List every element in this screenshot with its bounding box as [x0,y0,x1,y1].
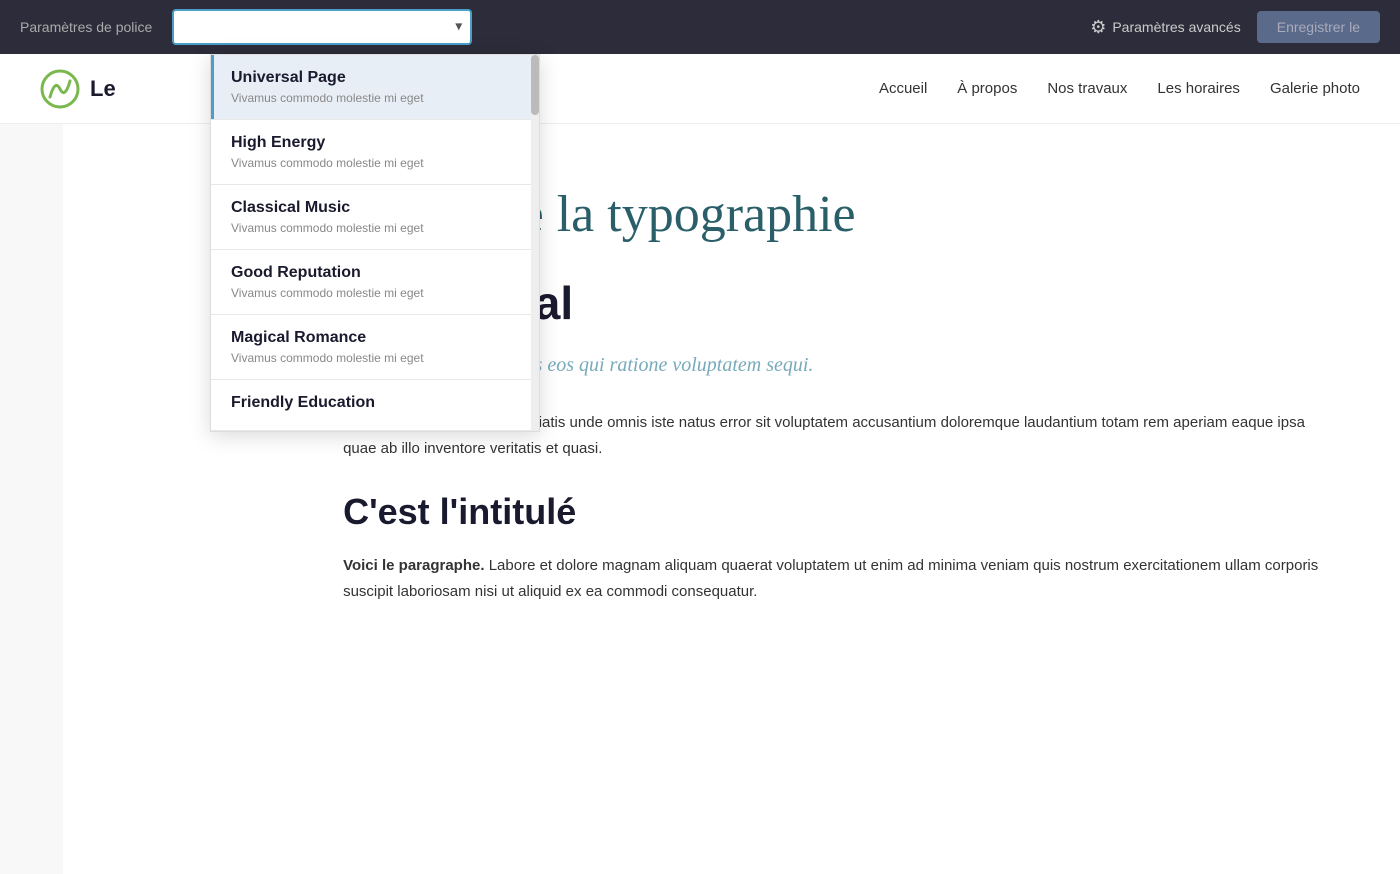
dropdown-item-title-3: Good Reputation [231,264,519,282]
dropdown-item-subtitle-1: Vivamus commodo molestie mi eget [231,156,519,170]
sidebar-placeholder [0,124,63,874]
dropdown-item-title-4: Magical Romance [231,329,519,347]
dropdown-item-5[interactable]: Friendly Education [211,380,539,431]
gear-icon: ⚙ [1090,17,1106,38]
dropdown-item-0[interactable]: Universal Page Vivamus commodo molestie m… [211,55,539,120]
nav-travaux[interactable]: Nos travaux [1047,80,1127,97]
dropdown-scrollbar-thumb[interactable] [531,55,539,115]
nav-accueil[interactable]: Accueil [879,80,927,97]
site-logo: Le [40,69,116,109]
paragraph-2-bold: Voici le paragraphe. [343,557,484,574]
dropdown-item-subtitle-4: Vivamus commodo molestie mi eget [231,351,519,365]
dropdown-item-1[interactable]: High Energy Vivamus commodo molestie mi e… [211,120,539,185]
logo-icon [40,69,80,109]
dropdown-item-title-1: High Energy [231,134,519,152]
site-nav: Accueil À propos Nos travaux Les horaire… [879,80,1360,97]
dropdown-item-4[interactable]: Magical Romance Vivamus commodo molestie … [211,315,539,380]
dropdown-item-subtitle-3: Vivamus commodo molestie mi eget [231,286,519,300]
toolbar-right: ⚙ Paramètres avancés Enregistrer le [1090,11,1380,43]
font-settings-label: Paramètres de police [20,19,152,35]
dropdown-item-title-2: Classical Music [231,199,519,217]
advanced-settings-label: Paramètres avancés [1112,19,1240,35]
dropdown-item-2[interactable]: Classical Music Vivamus commodo molestie … [211,185,539,250]
dropdown-item-subtitle-0: Vivamus commodo molestie mi eget [231,91,519,105]
dropdown-item-title-0: Universal Page [231,69,519,87]
toolbar: Paramètres de police Universal Page ⚙ Pa… [0,0,1400,54]
paragraph-2: Voici le paragraphe. Labore et dolore ma… [343,553,1320,604]
font-dropdown[interactable]: Universal Page Vivamus commodo molestie m… [210,54,540,432]
logo-text: Le [90,76,116,102]
dropdown-item-subtitle-2: Vivamus commodo molestie mi eget [231,221,519,235]
dropdown-scrollbar[interactable] [531,55,539,431]
dropdown-item-title-5: Friendly Education [231,394,519,412]
advanced-settings-button[interactable]: ⚙ Paramètres avancés [1090,17,1241,38]
paragraph-2-rest: Labore et dolore magnam aliquam quaerat … [343,557,1318,600]
save-button[interactable]: Enregistrer le [1257,11,1380,43]
font-select-wrapper[interactable]: Universal Page [172,9,472,45]
nav-galerie[interactable]: Galerie photo [1270,80,1360,97]
nav-horaires[interactable]: Les horaires [1157,80,1240,97]
font-select-input[interactable]: Universal Page [172,9,472,45]
section-heading: C'est l'intitulé [343,491,1320,533]
dropdown-item-3[interactable]: Good Reputation Vivamus commodo molestie … [211,250,539,315]
nav-apropos[interactable]: À propos [957,80,1017,97]
